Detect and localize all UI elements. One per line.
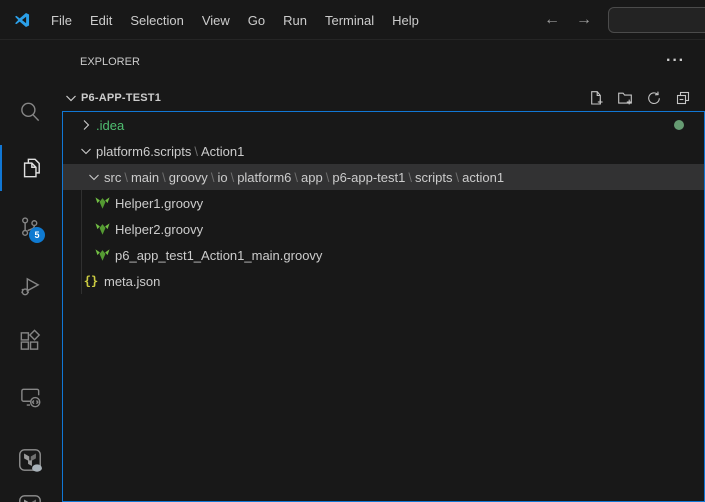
tree-row-main-groovy[interactable]: p6_app_test1_Action1_main.groovy xyxy=(63,242,704,268)
collapse-all-icon[interactable] xyxy=(675,90,691,106)
menubar: File Edit Selection View Go Run Terminal… xyxy=(42,0,428,39)
tree-row-helper2[interactable]: Helper2.groovy xyxy=(63,216,704,242)
platform6-scripts-icon[interactable] xyxy=(0,440,60,480)
tree-row-src-path[interactable]: src \ main \ groovy \ io \ platform6 \ app \ p6-app-… xyxy=(63,164,704,190)
search-icon[interactable] xyxy=(0,92,60,132)
groovy-file-icon xyxy=(94,196,110,211)
platform6-icon[interactable] xyxy=(0,486,60,502)
run-debug-icon[interactable] xyxy=(0,267,60,307)
chevron-down-icon xyxy=(63,90,79,106)
file-label: p6_app_test1_Action1_main.groovy xyxy=(115,247,323,263)
chevron-down-icon xyxy=(86,169,102,185)
groovy-file-icon xyxy=(94,248,110,263)
activity-bar: 5 xyxy=(0,40,60,502)
section-actions xyxy=(588,85,691,111)
source-control-badge: 5 xyxy=(29,227,45,243)
menu-edit[interactable]: Edit xyxy=(81,9,121,32)
folder-path-label: platform6.scripts \ Action1 xyxy=(96,143,245,159)
menu-terminal[interactable]: Terminal xyxy=(316,9,383,32)
git-untracked-dot xyxy=(674,120,684,130)
extensions-icon[interactable] xyxy=(0,321,60,361)
chevron-right-icon xyxy=(78,117,94,133)
groovy-file-icon xyxy=(94,222,110,237)
command-center-search[interactable] xyxy=(608,7,705,33)
menu-run[interactable]: Run xyxy=(274,9,316,32)
menu-selection[interactable]: Selection xyxy=(121,9,192,32)
chevron-down-icon xyxy=(78,143,94,159)
new-file-icon[interactable] xyxy=(588,90,604,106)
back-arrow-icon[interactable]: ← xyxy=(539,11,565,29)
remote-explorer-icon[interactable] xyxy=(0,378,60,418)
tree-row-meta-json[interactable]: {} meta.json xyxy=(63,268,704,294)
explorer-pane-header: EXPLORER ··· xyxy=(60,40,705,85)
more-actions-icon[interactable]: ··· xyxy=(662,50,689,72)
menu-file[interactable]: File xyxy=(42,9,81,32)
menu-view[interactable]: View xyxy=(193,9,239,32)
refresh-icon[interactable] xyxy=(646,90,662,106)
file-label: Helper1.groovy xyxy=(115,195,204,211)
tree-row-helper1[interactable]: Helper1.groovy xyxy=(63,190,704,216)
workspace-section-header[interactable]: P6-APP-TEST1 xyxy=(60,85,705,111)
file-tree: .idea platform6.scripts \ Action1 src \ main… xyxy=(62,111,705,502)
source-control-icon[interactable]: 5 xyxy=(0,208,60,248)
json-file-icon: {} xyxy=(83,274,99,288)
folder-label: .idea xyxy=(96,117,125,133)
file-label: Helper2.groovy xyxy=(115,221,204,237)
tree-row-idea[interactable]: .idea xyxy=(63,112,704,138)
file-label: meta.json xyxy=(104,273,161,289)
titlebar: File Edit Selection View Go Run Terminal… xyxy=(0,0,705,40)
workspace-name: P6-APP-TEST1 xyxy=(81,92,162,104)
forward-arrow-icon[interactable]: → xyxy=(571,11,597,29)
explorer-icon[interactable] xyxy=(0,145,60,191)
vscode-window: File Edit Selection View Go Run Terminal… xyxy=(0,0,705,502)
folder-path-label: src \ main \ groovy \ io \ platform6 \ app \ p6-app-… xyxy=(104,169,505,185)
vscode-logo-icon xyxy=(13,11,31,29)
explorer-panel: EXPLORER ··· P6-APP-TEST1 .idea platform… xyxy=(60,40,705,502)
new-folder-icon[interactable] xyxy=(617,90,633,106)
menu-go[interactable]: Go xyxy=(239,9,274,32)
explorer-title: EXPLORER xyxy=(80,56,140,68)
menu-help[interactable]: Help xyxy=(383,9,428,32)
tree-row-platform6-scripts-action1[interactable]: platform6.scripts \ Action1 xyxy=(63,138,704,164)
history-nav: ← → xyxy=(536,0,600,39)
